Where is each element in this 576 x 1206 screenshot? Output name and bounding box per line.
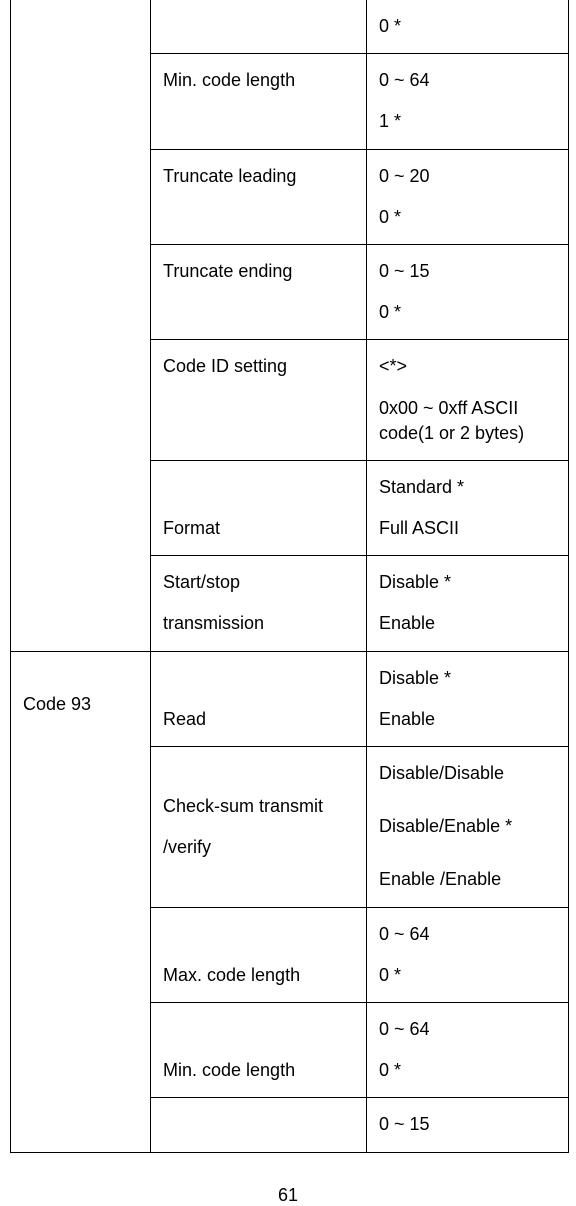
value-cell: 0 * bbox=[367, 0, 569, 54]
value-line: 1 * bbox=[379, 109, 560, 134]
value-line: Enable /Enable bbox=[379, 867, 560, 892]
param-cell: Code ID setting bbox=[151, 340, 367, 461]
value-line: Enable bbox=[379, 707, 560, 732]
param-cell: Max. code length bbox=[151, 907, 367, 1002]
value-line: 0 * bbox=[379, 300, 560, 325]
param-label: Code ID setting bbox=[163, 354, 358, 379]
value-line: 0 * bbox=[379, 205, 560, 230]
value-cell: Disable/Disable Disable/Enable * Enable … bbox=[367, 747, 569, 908]
param-label: Read bbox=[163, 707, 358, 732]
value-line: <*> bbox=[379, 354, 560, 379]
value-line: 0 ~ 15 bbox=[379, 1112, 560, 1137]
param-cell bbox=[151, 0, 367, 54]
param-label: Truncate leading bbox=[163, 164, 358, 189]
param-cell: Min. code length bbox=[151, 1002, 367, 1097]
value-line: Standard * bbox=[379, 475, 560, 500]
param-cell: Check-sum transmit /verify bbox=[151, 747, 367, 908]
param-label: Format bbox=[163, 516, 358, 541]
value-line: 0 ~ 64 bbox=[379, 922, 560, 947]
param-label: /verify bbox=[163, 835, 358, 860]
param-cell: Min. code length bbox=[151, 54, 367, 149]
value-line: Disable * bbox=[379, 666, 560, 691]
value-line: Disable/Enable * bbox=[379, 814, 560, 839]
param-label: Start/stop bbox=[163, 570, 358, 595]
value-line: 0 ~ 15 bbox=[379, 259, 560, 284]
value-cell: 0 ~ 64 0 * bbox=[367, 907, 569, 1002]
value-line: Disable * bbox=[379, 570, 560, 595]
param-label: Truncate ending bbox=[163, 259, 358, 284]
value-line: 0 * bbox=[379, 963, 560, 988]
param-cell: Format bbox=[151, 460, 367, 555]
group-label: Code 93 bbox=[23, 692, 142, 717]
value-cell: 0 ~ 20 0 * bbox=[367, 149, 569, 244]
value-line: 0 ~ 64 bbox=[379, 68, 560, 93]
value-cell: Disable * Enable bbox=[367, 556, 569, 651]
value-line: Disable/Disable bbox=[379, 761, 560, 786]
param-label: transmission bbox=[163, 611, 358, 636]
parameter-table: 0 * Min. code length 0 ~ 64 1 * Truncate… bbox=[10, 0, 569, 1153]
value-line: 0 * bbox=[379, 1058, 560, 1083]
group-cell bbox=[11, 0, 151, 651]
param-cell: Start/stop transmission bbox=[151, 556, 367, 651]
param-label: Min. code length bbox=[163, 1058, 358, 1083]
value-cell: <*> 0x00 ~ 0xff ASCII code(1 or 2 bytes) bbox=[367, 340, 569, 461]
value-cell: 0 ~ 64 0 * bbox=[367, 1002, 569, 1097]
param-cell: Truncate leading bbox=[151, 149, 367, 244]
value-cell: Standard * Full ASCII bbox=[367, 460, 569, 555]
page-number: 61 bbox=[0, 1185, 576, 1206]
value-line: 0 ~ 20 bbox=[379, 164, 560, 189]
value-line: Full ASCII bbox=[379, 516, 560, 541]
value-cell: 0 ~ 15 bbox=[367, 1098, 569, 1152]
param-label: Min. code length bbox=[163, 68, 358, 93]
value-line: Enable bbox=[379, 611, 560, 636]
group-cell: Code 93 bbox=[11, 651, 151, 1152]
value-cell: 0 ~ 64 1 * bbox=[367, 54, 569, 149]
param-cell: Truncate ending bbox=[151, 244, 367, 339]
param-label: Check-sum transmit bbox=[163, 794, 358, 819]
value-cell: Disable * Enable bbox=[367, 651, 569, 746]
param-cell bbox=[151, 1098, 367, 1152]
value-line: 0 * bbox=[379, 14, 560, 39]
param-cell: Read bbox=[151, 651, 367, 746]
value-cell: 0 ~ 15 0 * bbox=[367, 244, 569, 339]
value-line: 0x00 ~ 0xff ASCII code(1 or 2 bytes) bbox=[379, 396, 560, 446]
param-label: Max. code length bbox=[163, 963, 358, 988]
